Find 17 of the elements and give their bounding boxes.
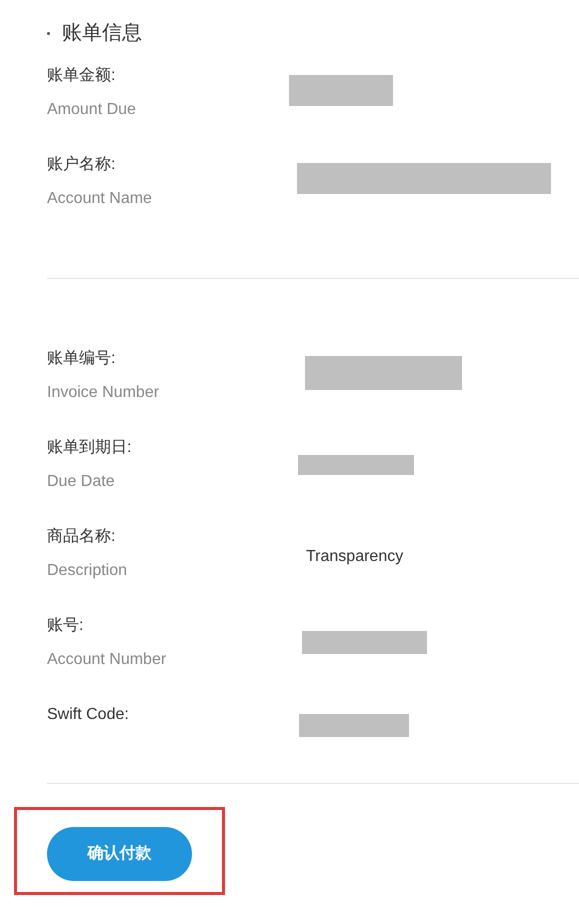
field-label: 账号: — [47, 616, 84, 636]
field-label: Swift Code: — [47, 705, 130, 725]
field-label: Description — [47, 561, 128, 581]
field-label: Amount Due — [47, 100, 137, 120]
field-label: Account Number — [47, 650, 168, 670]
field-label: 账单编号: — [47, 348, 116, 369]
field-label: 账单金额: — [47, 66, 116, 86]
bullet-icon — [47, 32, 50, 34]
section-title: 账单信息 — [62, 21, 142, 46]
field-value: Transparency — [306, 548, 404, 565]
field-label: 账户名称: — [47, 154, 116, 175]
confirm-payment-button[interactable]: 确认付款 — [47, 827, 192, 881]
field-label: Account Name — [47, 189, 153, 209]
field-label: Invoice Number — [47, 383, 160, 403]
field-label: Due Date — [47, 472, 116, 492]
field-label: 商品名称: — [47, 526, 116, 547]
field-label: 账单到期日: — [47, 438, 132, 458]
